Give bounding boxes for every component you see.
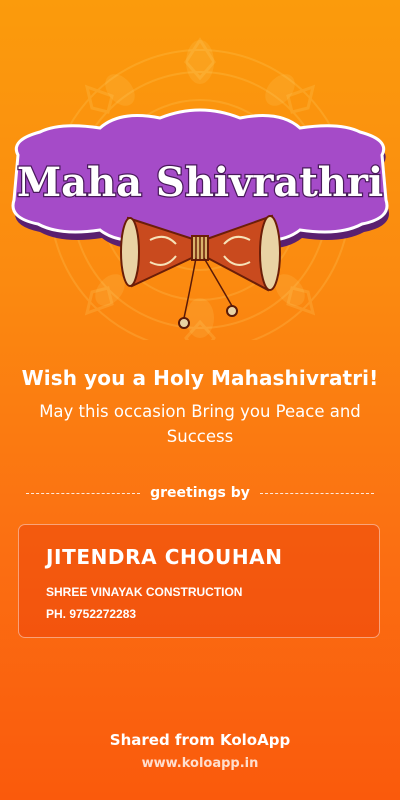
greetings-by-label: greetings by — [150, 485, 250, 501]
hero-graphic: Maha Shivrathri — [11, 37, 389, 340]
sender-card: JITENDRA CHOUHAN SHREE VINAYAK CONSTRUCT… — [18, 524, 380, 638]
sender-company: SHREE VINAYAK CONSTRUCTION — [46, 585, 243, 599]
sender-phone: PH. 9752272283 — [46, 607, 137, 621]
divider-line-right — [259, 492, 374, 494]
banner-title: Maha Shivrathri — [17, 159, 383, 206]
shared-from-text: Shared from KoloApp — [109, 731, 291, 749]
title-banner: Maha Shivrathri — [11, 108, 389, 253]
website-link[interactable]: www.koloapp.in — [0, 756, 400, 771]
hero-illustration: Maha Shivrathri — [0, 0, 400, 340]
divider-line-left — [26, 492, 141, 494]
greeting-headline: Wish you a Holy Mahashivratri! — [21, 366, 379, 390]
greetings-divider: greetings by — [26, 483, 374, 503]
sender-name: JITENDRA CHOUHAN — [46, 545, 283, 569]
greeting-subline: May this occasion Bring you Peace and Su… — [39, 402, 361, 446]
